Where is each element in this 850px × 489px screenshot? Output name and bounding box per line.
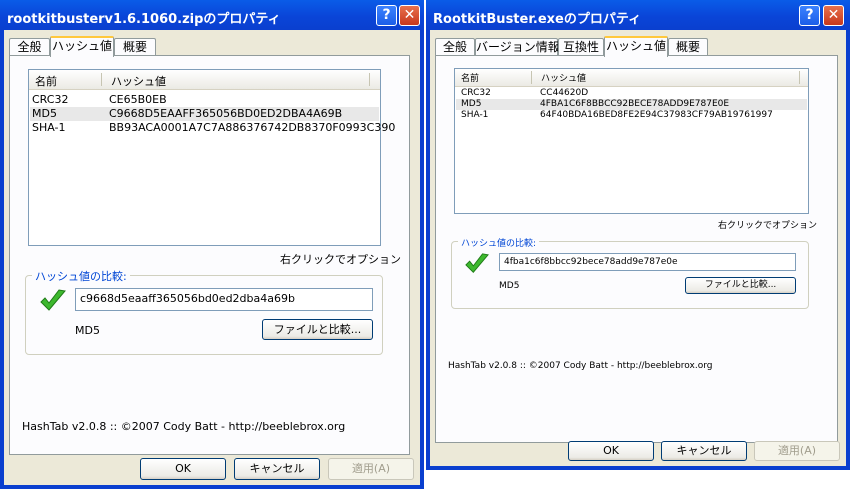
list-row-sha1[interactable]: SHA-1 64F40BDA16BED8FE2E94C37983CF79AB19… [456, 110, 807, 121]
window-title: rootkitbusterv1.6.1060.zipのプロパティ [7, 12, 281, 27]
list-row-crc32[interactable]: CRC32 CC44620D [456, 88, 807, 99]
row-name: MD5 [461, 99, 482, 109]
tab-summary[interactable]: 概要 [114, 38, 156, 56]
compare-hash-input[interactable]: c9668d5eaaff365056bd0ed2dba4a69b [75, 288, 373, 311]
tab-summary[interactable]: 概要 [668, 38, 708, 56]
list-row-md5[interactable]: MD5 C9668D5EAAFF365056BD0ED2DBA4A69B [30, 107, 379, 121]
cancel-button[interactable]: キャンセル [661, 441, 747, 461]
tab-panel: 名前 ハッシュ値 CRC32 CE65B0EB MD5 C9668D5EAAFF… [9, 55, 410, 455]
compare-group: ハッシュ値の比較: c9668d5eaaff365056bd0ed2dba4a6… [25, 268, 383, 355]
dialog-body: 全般 バージョン情報 互換性 ハッシュ値 概要 名前 ハッシュ値 CRC32 C… [430, 30, 846, 466]
ok-button[interactable]: OK [140, 458, 226, 480]
help-button[interactable]: ? [376, 5, 397, 26]
tab-version[interactable]: バージョン情報 [475, 38, 560, 56]
row-name: CRC32 [32, 93, 69, 106]
row-value: 4FBA1C6F8BBCC92BECE78ADD9E787E0E [540, 99, 730, 109]
help-button[interactable]: ? [799, 5, 820, 26]
column-header-hash[interactable]: ハッシュ値 [111, 73, 166, 89]
row-value: BB93ACA0001A7C7A886376742DB8370F0993C390 [109, 121, 396, 134]
tab-hash[interactable]: ハッシュ値 [604, 36, 668, 57]
list-row-sha1[interactable]: SHA-1 BB93ACA0001A7C7A886376742DB8370F09… [30, 121, 395, 135]
hash-list[interactable]: 名前 ハッシュ値 CRC32 CE65B0EB MD5 C9668D5EAAFF… [28, 69, 395, 246]
tab-general[interactable]: 全般 [435, 38, 475, 56]
match-type-label: MD5 [499, 281, 520, 291]
credit-text: HashTab v2.0.8 :: ©2007 Cody Batt - http… [448, 361, 713, 371]
row-name: SHA-1 [461, 110, 489, 120]
title-bar[interactable]: rootkitbusterv1.6.1060.zipのプロパティ ? ✕ [0, 0, 424, 30]
hash-list[interactable]: 名前 ハッシュ値 CRC32 CC44620D MD5 4FBA1C6F8BBC… [454, 68, 809, 214]
row-value: CC44620D [540, 88, 589, 98]
list-header: 名前 ハッシュ値 [29, 70, 380, 90]
apply-button[interactable]: 適用(A) [328, 458, 414, 480]
check-icon [40, 289, 66, 311]
row-value: CE65B0EB [109, 93, 167, 106]
compare-file-button[interactable]: ファイルと比較... [262, 319, 373, 340]
check-icon [465, 253, 489, 273]
right-click-hint: 右クリックでオプション [718, 221, 818, 231]
tab-general[interactable]: 全般 [9, 38, 50, 56]
apply-button[interactable]: 適用(A) [754, 441, 840, 461]
right-click-hint: 右クリックでオプション [280, 253, 401, 266]
tab-hash[interactable]: ハッシュ値 [50, 36, 114, 57]
title-bar[interactable]: RootkitBuster.exeのプロパティ ? ✕ [426, 0, 850, 30]
tab-compatibility[interactable]: 互換性 [558, 38, 604, 56]
list-header: 名前 ハッシュ値 [455, 69, 808, 87]
row-name: SHA-1 [32, 121, 66, 134]
compare-group-title: ハッシュ値の比較: [32, 268, 130, 284]
row-name: CRC32 [461, 88, 491, 98]
close-button[interactable]: ✕ [823, 5, 844, 26]
properties-dialog-exe: RootkitBuster.exeのプロパティ ? ✕ 全般 バージョン情報 互… [426, 0, 850, 470]
tab-panel: 名前 ハッシュ値 CRC32 CC44620D MD5 4FBA1C6F8BBC… [435, 55, 838, 443]
compare-file-button[interactable]: ファイルと比較... [685, 277, 796, 294]
compare-group: ハッシュ値の比較: 4fba1c6f8bbcc92bece78add9e787e… [451, 236, 809, 309]
dialog-body: 全般 ハッシュ値 概要 名前 ハッシュ値 CRC32 CE65B0EB MD5 … [4, 30, 420, 485]
close-button[interactable]: ✕ [399, 5, 420, 26]
window-title: RootkitBuster.exeのプロパティ [433, 12, 642, 27]
row-value: 64F40BDA16BED8FE2E94C37983CF79AB19761997 [540, 110, 773, 120]
column-header-name[interactable]: 名前 [461, 71, 479, 84]
list-row-crc32[interactable]: CRC32 CE65B0EB [30, 93, 379, 107]
cancel-button[interactable]: キャンセル [234, 458, 320, 480]
column-header-hash[interactable]: ハッシュ値 [541, 71, 586, 84]
credit-text: HashTab v2.0.8 :: ©2007 Cody Batt - http… [22, 420, 346, 433]
row-name: MD5 [32, 107, 57, 120]
list-row-md5[interactable]: MD5 4FBA1C6F8BBCC92BECE78ADD9E787E0E [456, 99, 807, 110]
match-type-label: MD5 [75, 324, 100, 337]
compare-hash-input[interactable]: 4fba1c6f8bbcc92bece78add9e787e0e [499, 253, 796, 271]
ok-button[interactable]: OK [568, 441, 654, 461]
properties-dialog-zip: rootkitbusterv1.6.1060.zipのプロパティ ? ✕ 全般 … [0, 0, 424, 489]
column-header-name[interactable]: 名前 [35, 73, 57, 89]
compare-group-title: ハッシュ値の比較: [458, 236, 540, 249]
row-value: C9668D5EAAFF365056BD0ED2DBA4A69B [109, 107, 343, 120]
